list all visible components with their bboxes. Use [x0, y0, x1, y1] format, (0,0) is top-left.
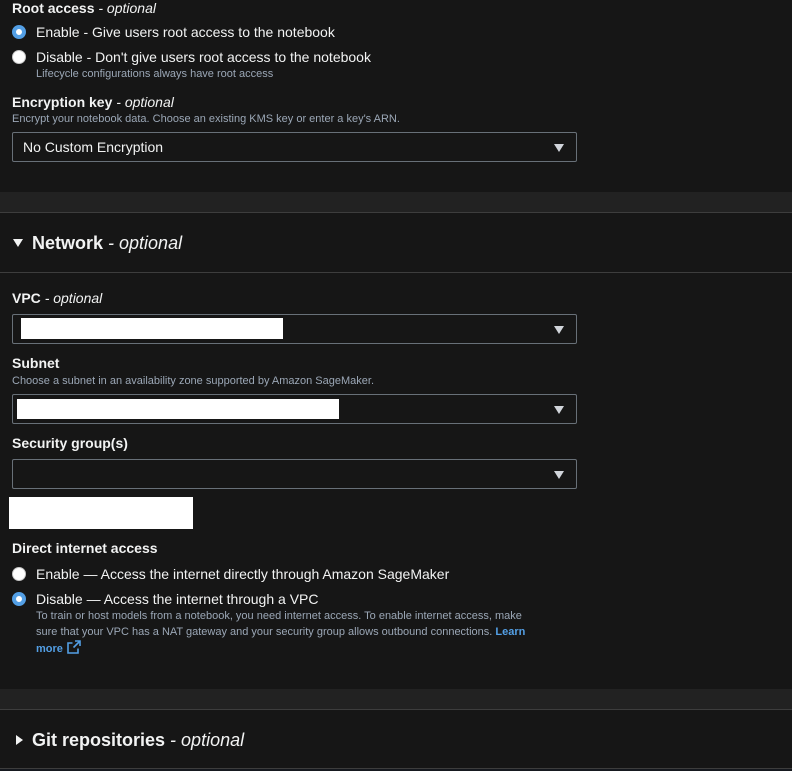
- network-section-body: VPC - optional Subnet Choose a subnet in…: [0, 273, 792, 689]
- subnet-label: Subnet: [12, 355, 60, 371]
- direct-internet-disable-radio[interactable]: [12, 592, 26, 606]
- root-access-enable-label: Enable - Give users root access to the n…: [36, 24, 335, 40]
- external-link-icon[interactable]: [67, 640, 81, 660]
- security-groups-label: Security group(s): [12, 435, 128, 451]
- description-line-3: more: [36, 640, 596, 660]
- learn-more-link-part-1[interactable]: Learn: [495, 626, 525, 638]
- root-access-disable-option[interactable]: Disable - Don't give users root access t…: [12, 48, 371, 66]
- root-access-enable-option[interactable]: Enable - Give users root access to the n…: [12, 23, 335, 41]
- caret-down-icon: [554, 326, 564, 334]
- security-groups-select[interactable]: [12, 459, 577, 489]
- direct-internet-enable-radio[interactable]: [12, 567, 26, 581]
- encryption-key-description: Encrypt your notebook data. Choose an ex…: [12, 113, 400, 125]
- description-line-2: sure that your VPC has a NAT gateway and…: [36, 625, 526, 638]
- redacted-subnet-value: [17, 399, 339, 419]
- root-access-label: Root access - optional: [12, 0, 156, 16]
- direct-internet-disable-option[interactable]: Disable — Access the internet through a …: [12, 590, 318, 608]
- direct-internet-enable-label: Enable — Access the internet directly th…: [36, 566, 450, 582]
- git-repositories-section-title: Git repositories - optional: [32, 730, 245, 750]
- encryption-key-value: No Custom Encryption: [23, 139, 164, 155]
- caret-down-icon: [554, 144, 564, 152]
- root-access-disable-radio[interactable]: [12, 50, 26, 64]
- root-access-disable-description: Lifecycle configurations always have roo…: [36, 68, 274, 80]
- expand-caret-down-icon: [13, 239, 23, 247]
- direct-internet-enable-option[interactable]: Enable — Access the internet directly th…: [12, 565, 449, 583]
- caret-down-icon: [554, 406, 564, 414]
- vpc-label: VPC - optional: [12, 290, 103, 306]
- direct-internet-disable-description: To train or host models from a notebook,…: [36, 609, 596, 660]
- section-divider: [0, 192, 792, 212]
- direct-internet-disable-label: Disable — Access the internet through a …: [36, 591, 319, 607]
- vpc-select[interactable]: [12, 314, 577, 344]
- network-section-header[interactable]: Network - optional: [0, 212, 792, 273]
- subnet-description: Choose a subnet in an availability zone …: [12, 375, 375, 387]
- encryption-key-label: Encryption key - optional: [12, 94, 174, 110]
- expand-caret-right-icon: [16, 735, 23, 745]
- caret-down-icon: [554, 471, 564, 479]
- permissions-encryption-panel: Root access - optional Enable - Give use…: [0, 0, 792, 192]
- subnet-select[interactable]: [12, 394, 577, 424]
- section-divider: [0, 689, 792, 709]
- network-section-title: Network - optional: [32, 233, 183, 253]
- learn-more-link[interactable]: more: [36, 643, 63, 655]
- encryption-key-select[interactable]: No Custom Encryption: [12, 132, 577, 162]
- redacted-vpc-value: [21, 318, 283, 339]
- notebook-settings-page: Root access - optional Enable - Give use…: [0, 0, 792, 771]
- root-access-enable-radio[interactable]: [12, 25, 26, 39]
- description-line-1: To train or host models from a notebook,…: [36, 610, 522, 622]
- direct-internet-access-label: Direct internet access: [12, 540, 158, 556]
- redacted-security-group-tokens: [9, 497, 193, 529]
- git-repositories-section-header[interactable]: Git repositories - optional: [0, 709, 792, 769]
- root-access-disable-label: Disable - Don't give users root access t…: [36, 49, 371, 65]
